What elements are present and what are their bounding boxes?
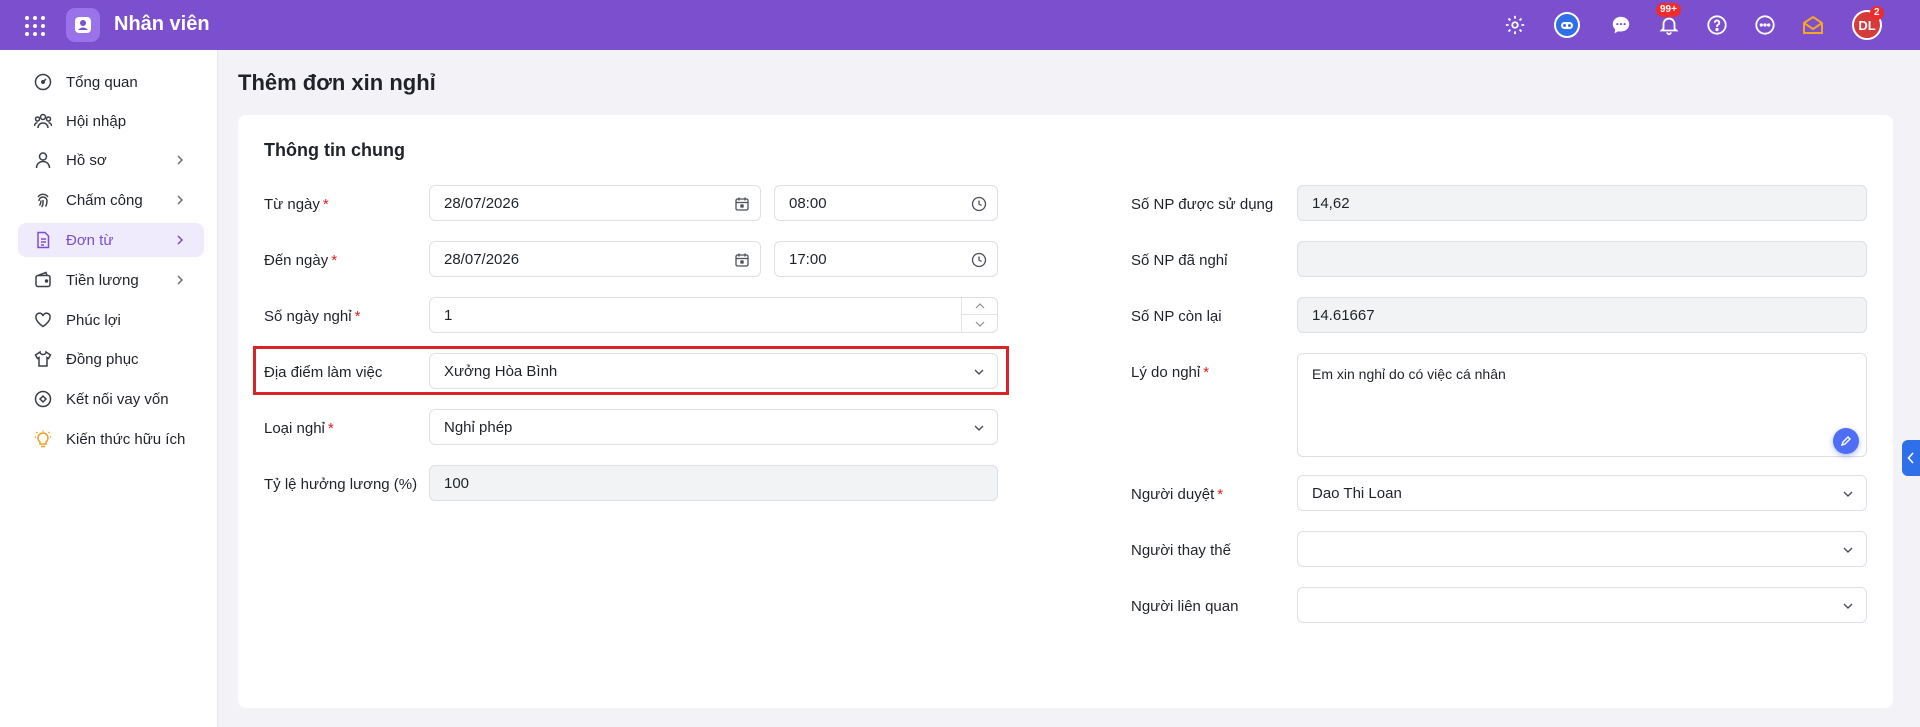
sidebar-item-label: Hội nhập — [66, 113, 127, 130]
clock-icon — [971, 252, 987, 268]
settings-icon[interactable] — [1502, 12, 1528, 38]
days-off-input[interactable]: 1 — [429, 297, 998, 333]
days-off-stepper — [961, 298, 998, 332]
sidebar-item-tien-luong[interactable]: Tiền lương — [18, 263, 204, 297]
collapse-panel-button[interactable] — [1902, 440, 1920, 476]
app-grid-icon[interactable] — [23, 14, 45, 36]
more-icon[interactable] — [1752, 12, 1778, 38]
help-icon[interactable] — [1704, 12, 1730, 38]
chevron-right-icon — [177, 275, 184, 285]
ai-assistant-icon[interactable] — [1554, 12, 1580, 38]
sidebar-item-ket-noi-vay-von[interactable]: Kết nối vay vốn — [18, 382, 204, 416]
chevron-right-icon — [177, 195, 184, 205]
chevron-down-icon — [975, 321, 985, 327]
to-date-input[interactable]: 28/07/2026 — [429, 241, 761, 277]
sidebar-item-label: Kiến thức hữu ích — [66, 431, 186, 448]
user-icon — [35, 152, 51, 169]
leave-remaining-label: Số NP còn lại — [1131, 308, 1222, 325]
fingerprint-icon — [37, 193, 49, 208]
lightbulb-icon — [35, 430, 51, 448]
chevron-down-icon — [1843, 547, 1853, 553]
chevron-right-icon — [177, 155, 184, 165]
sidebar-item-phuc-loi[interactable]: Phúc lợi — [18, 303, 204, 337]
chevron-up-icon — [975, 303, 985, 309]
leave-remaining-input[interactable]: 14.61667 — [1297, 297, 1867, 333]
mail-announcement-icon[interactable] — [1800, 12, 1826, 38]
shirt-icon — [34, 350, 52, 367]
chat-icon[interactable] — [1608, 12, 1634, 38]
edit-button[interactable] — [1833, 428, 1859, 454]
chevron-left-icon — [1907, 452, 1914, 464]
sidebar: Tổng quan Hội nhập Hồ sơ Chấm công Đơn t… — [0, 50, 218, 727]
calendar-icon — [735, 197, 749, 211]
reason-textarea[interactable]: Em xin nghỉ do có việc cá nhân — [1297, 353, 1867, 457]
substitute-label: Người thay thế — [1131, 542, 1231, 559]
leave-used-input[interactable]: 14,62 — [1297, 185, 1867, 221]
heart-icon — [35, 312, 51, 328]
sidebar-item-label: Kết nối vay vốn — [66, 391, 169, 408]
related-select[interactable] — [1297, 587, 1867, 623]
reason-label: Lý do nghỉ * — [1131, 364, 1210, 381]
page-title: Thêm đơn xin nghỉ — [238, 70, 436, 95]
leave-type-label: Loại nghỉ * — [264, 420, 334, 437]
substitute-select[interactable] — [1297, 531, 1867, 567]
from-date-input[interactable]: 28/07/2026 — [429, 185, 761, 221]
related-label: Người liên quan — [1131, 598, 1239, 615]
approver-label: Người duyệt * — [1131, 486, 1224, 503]
sidebar-item-label: Hồ sơ — [66, 152, 107, 169]
app-title: Nhân viên — [114, 13, 210, 35]
leave-taken-label: Số NP đã nghỉ — [1131, 252, 1228, 269]
wallet-icon — [35, 271, 51, 288]
salary-rate-label: Tỷ lệ hưởng lương (%) — [264, 476, 418, 493]
salary-rate-input[interactable]: 100 — [429, 465, 998, 501]
sidebar-item-dong-phuc[interactable]: Đồng phục — [18, 342, 204, 376]
sidebar-item-label: Tiền lương — [66, 272, 139, 289]
approver-select[interactable]: Dao Thi Loan — [1297, 475, 1867, 511]
employee-badge-icon — [75, 17, 91, 33]
clock-icon — [971, 196, 987, 212]
stepper-down-button[interactable] — [962, 315, 998, 332]
pencil-icon — [1840, 436, 1851, 447]
chevron-right-icon — [177, 235, 184, 245]
sidebar-item-label: Đơn từ — [66, 232, 114, 249]
chevron-down-icon — [1843, 603, 1853, 609]
leave-used-label: Số NP được sử dụng — [1131, 196, 1274, 213]
sidebar-item-don-tu[interactable]: Đơn từ — [18, 223, 204, 257]
section-title: Thông tin chung — [264, 140, 405, 160]
top-bar: Nhân viên 99+ DL 2 — [0, 0, 1920, 50]
from-date-label: Từ ngày * — [264, 196, 329, 213]
to-time-input[interactable]: 17:00 — [774, 241, 998, 277]
leave-type-select[interactable]: Nghỉ phép — [429, 409, 998, 445]
days-off-label: Số ngày nghỉ * — [264, 308, 361, 325]
sidebar-item-label: Đồng phục — [66, 351, 139, 368]
avatar-badge: 2 — [1870, 6, 1884, 20]
sidebar-item-label: Phúc lợi — [66, 312, 121, 329]
stepper-up-button[interactable] — [962, 298, 998, 315]
document-icon — [37, 231, 50, 249]
sidebar-item-label: Chấm công — [66, 192, 143, 209]
sidebar-item-tong-quan[interactable]: Tổng quan — [18, 65, 204, 99]
app-logo — [66, 8, 100, 42]
sidebar-item-cham-cong[interactable]: Chấm công — [18, 183, 204, 217]
sidebar-item-hoi-nhap[interactable]: Hội nhập — [18, 104, 204, 138]
sidebar-item-label: Tổng quan — [66, 74, 138, 91]
notification-badge: 99+ — [1656, 3, 1681, 17]
leave-taken-input[interactable] — [1297, 241, 1867, 277]
chevron-down-icon — [1843, 491, 1853, 497]
sidebar-item-kien-thuc[interactable]: Kiến thức hữu ích — [18, 422, 204, 456]
highlight-box — [253, 346, 1009, 395]
calendar-icon — [735, 253, 749, 267]
from-time-input[interactable]: 08:00 — [774, 185, 998, 221]
people-icon — [34, 113, 52, 129]
link-icon — [34, 390, 52, 408]
sidebar-item-ho-so[interactable]: Hồ sơ — [18, 143, 204, 177]
to-date-label: Đến ngày * — [264, 252, 338, 269]
chevron-down-icon — [974, 425, 984, 431]
dashboard-icon — [34, 73, 52, 91]
